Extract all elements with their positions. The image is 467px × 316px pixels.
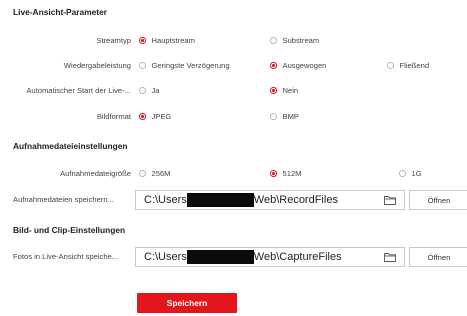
- radio-icon[interactable]: [139, 62, 146, 69]
- record-size-label: Aufnahmedateigröße: [60, 169, 131, 178]
- radio-icon[interactable]: [139, 87, 146, 94]
- radio-icon[interactable]: [270, 87, 277, 94]
- redacted-username: [186, 193, 254, 207]
- playback-lowest-delay-label: Geringste Verzögerung: [151, 61, 230, 70]
- stream-type-main-option[interactable]: Hauptstream: [139, 36, 195, 45]
- radio-icon[interactable]: [139, 170, 146, 177]
- record-path-label: Aufnahmedateien speichern...: [13, 195, 114, 204]
- radio-icon[interactable]: [139, 37, 146, 44]
- playback-balanced-label: Ausgewogen: [282, 61, 327, 70]
- capture-path-prefix: C:\Users: [144, 251, 187, 263]
- record-size-256m-label: 256M: [151, 169, 171, 178]
- capture-path-label: Fotos in Live-Ansicht speiche...: [13, 252, 119, 261]
- playback-lowest-delay-option[interactable]: Geringste Verzögerung: [139, 61, 230, 70]
- radio-icon[interactable]: [270, 37, 277, 44]
- record-path-field[interactable]: C:\Users Web\RecordFiles: [135, 190, 405, 210]
- radio-icon[interactable]: [270, 170, 277, 177]
- section-title-live-view: Live-Ansicht-Parameter: [13, 7, 108, 17]
- playback-fluent-label: Fließend: [399, 61, 430, 70]
- radio-icon[interactable]: [270, 113, 277, 120]
- record-size-512m-label: 512M: [282, 169, 302, 178]
- auto-start-no-option[interactable]: Nein: [270, 86, 298, 95]
- record-open-button[interactable]: Öffnen: [409, 190, 467, 210]
- image-format-bmp-label: BMP: [282, 112, 299, 121]
- record-size-1g-label: 1G: [411, 169, 422, 178]
- capture-path-field[interactable]: C:\Users Web\CaptureFiles: [135, 247, 405, 267]
- record-size-512m-option[interactable]: 512M: [270, 169, 302, 178]
- playback-fluent-option[interactable]: Fließend: [387, 61, 429, 70]
- radio-icon[interactable]: [270, 62, 277, 69]
- capture-path-suffix: Web\CaptureFiles: [253, 251, 342, 263]
- folder-icon[interactable]: [384, 196, 396, 205]
- record-path-suffix: Web\RecordFiles: [253, 194, 338, 206]
- playback-balanced-option[interactable]: Ausgewogen: [270, 61, 326, 70]
- auto-start-yes-label: Ja: [151, 86, 160, 95]
- auto-start-label: Automatischer Start der Live-...: [26, 86, 131, 95]
- folder-icon[interactable]: [384, 253, 396, 262]
- radio-icon[interactable]: [399, 170, 406, 177]
- radio-icon[interactable]: [387, 62, 394, 69]
- redacted-username: [186, 250, 254, 264]
- section-title-record: Aufnahmedateieinstellungen: [13, 141, 128, 151]
- section-title-capture: Bild- und Clip-Einstellungen: [13, 225, 126, 235]
- record-size-1g-option[interactable]: 1G: [399, 169, 422, 178]
- image-format-jpeg-label: JPEG: [151, 112, 172, 121]
- radio-icon[interactable]: [139, 113, 146, 120]
- stream-type-sub-label: Substream: [282, 36, 320, 45]
- auto-start-yes-option[interactable]: Ja: [139, 86, 160, 95]
- playback-label: Wiedergabeleistung: [63, 61, 131, 70]
- record-size-256m-option[interactable]: 256M: [139, 169, 171, 178]
- save-button[interactable]: Speichern: [137, 293, 237, 313]
- image-format-jpeg-option[interactable]: JPEG: [139, 112, 171, 121]
- capture-open-button[interactable]: Öffnen: [409, 247, 467, 267]
- stream-type-sub-option[interactable]: Substream: [270, 36, 319, 45]
- auto-start-no-label: Nein: [282, 86, 299, 95]
- image-format-bmp-option[interactable]: BMP: [270, 112, 299, 121]
- stream-type-main-label: Hauptstream: [151, 36, 195, 45]
- stream-type-label: Streamtyp: [96, 36, 131, 45]
- image-format-label: Bildformat: [96, 112, 131, 121]
- record-path-prefix: C:\Users: [144, 194, 187, 206]
